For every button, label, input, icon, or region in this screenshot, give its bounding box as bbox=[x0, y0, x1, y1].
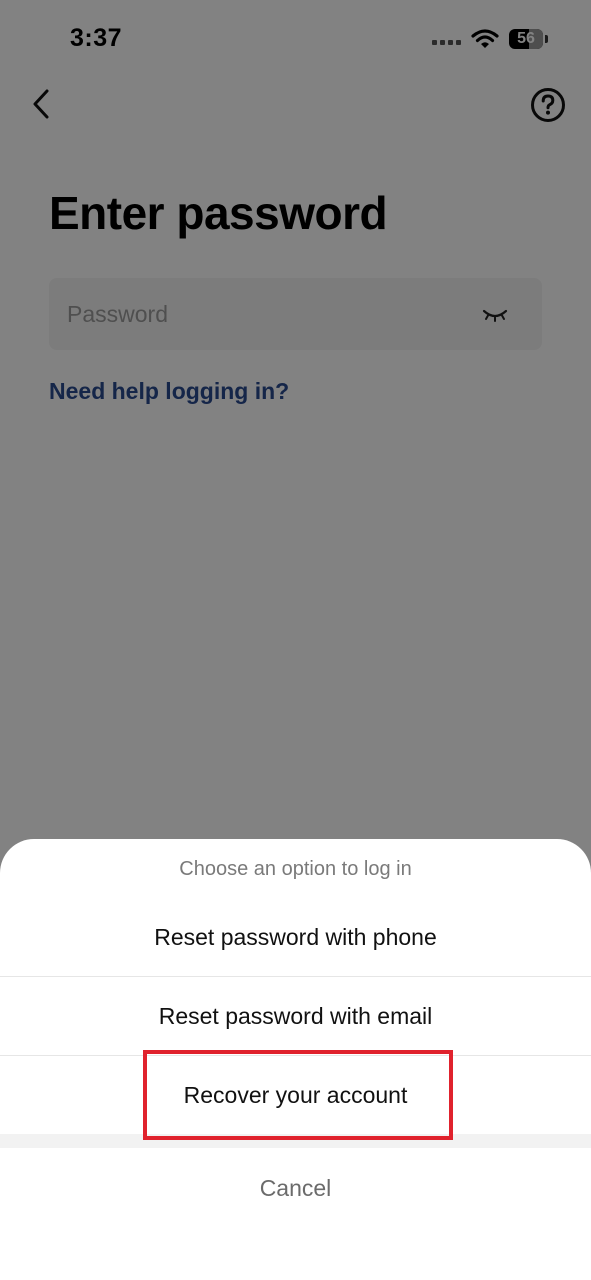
login-options-sheet: Choose an option to log in Reset passwor… bbox=[0, 839, 591, 1280]
cancel-button[interactable]: Cancel bbox=[0, 1148, 591, 1228]
reset-password-email-button[interactable]: Reset password with email bbox=[0, 977, 591, 1055]
recover-account-button[interactable]: Recover your account bbox=[0, 1056, 591, 1134]
reset-password-phone-button[interactable]: Reset password with phone bbox=[0, 898, 591, 976]
sheet-title: Choose an option to log in bbox=[179, 858, 412, 880]
sheet-separator bbox=[0, 1134, 591, 1148]
